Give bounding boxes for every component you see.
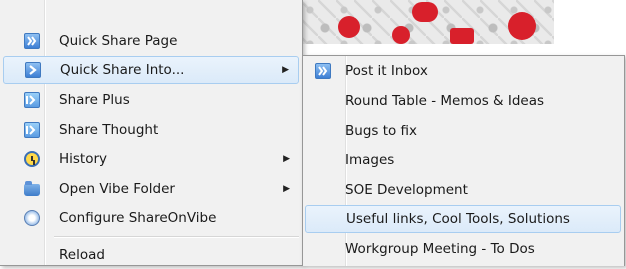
menu-item-label: Open Vibe Folder xyxy=(59,181,175,197)
share-plus-icon xyxy=(24,92,40,108)
submenu-item-bugs-to-fix[interactable]: Bugs to fix xyxy=(305,117,621,145)
menu-item-quick-share-into[interactable]: Quick Share Into... ▶ xyxy=(3,56,299,84)
share-arrow-icon xyxy=(25,62,41,78)
submenu-item-label: Images xyxy=(345,152,395,168)
submenu-item-label: Post it Inbox xyxy=(345,63,428,79)
menu-item-label: Share Thought xyxy=(59,122,159,138)
red-card-decoration xyxy=(450,28,474,44)
submenu-arrow-icon: ▶ xyxy=(283,154,290,164)
submenu-arrow-icon: ▶ xyxy=(282,65,289,75)
clock-icon xyxy=(24,151,40,167)
menu-item-history[interactable]: History ▶ xyxy=(3,145,299,173)
menu-item-quick-share-page[interactable]: Quick Share Page xyxy=(3,27,299,55)
submenu-item-label: Useful links, Cool Tools, Solutions xyxy=(346,211,570,227)
submenu-item-workgroup-meeting[interactable]: Workgroup Meeting - To Dos xyxy=(305,235,621,263)
quick-share-into-submenu: Post it Inbox Round Table - Memos & Idea… xyxy=(302,55,625,266)
submenu-item-useful-links[interactable]: Useful links, Cool Tools, Solutions xyxy=(305,205,621,233)
submenu-item-soe-development[interactable]: SOE Development xyxy=(305,176,621,204)
red-music-decoration xyxy=(508,12,536,40)
menu-item-label: Configure ShareOnVibe xyxy=(59,210,217,226)
folder-icon xyxy=(24,181,40,197)
red-person-decoration xyxy=(392,26,410,44)
menu-item-label: Quick Share Page xyxy=(59,33,178,49)
menu-item-configure-shareonvibe[interactable]: Configure ShareOnVibe xyxy=(3,204,299,232)
red-people-decoration xyxy=(412,2,438,22)
red-circle-decoration xyxy=(338,16,360,38)
submenu-item-label: Bugs to fix xyxy=(345,123,418,139)
menu-item-share-thought[interactable]: Share Thought xyxy=(3,116,299,144)
submenu-item-round-table[interactable]: Round Table - Memos & Ideas xyxy=(305,87,621,115)
context-menu: Quick Share Page Quick Share Into... ▶ S… xyxy=(0,0,303,266)
submenu-item-images[interactable]: Images xyxy=(305,146,621,174)
menu-item-label: Reload xyxy=(59,247,105,263)
menu-item-open-vibe-folder[interactable]: Open Vibe Folder ▶ xyxy=(3,175,299,203)
menu-separator xyxy=(54,236,299,238)
menu-item-label: History xyxy=(59,151,108,167)
submenu-arrow-icon: ▶ xyxy=(283,184,290,194)
submenu-item-post-it-inbox[interactable]: Post it Inbox xyxy=(305,57,621,85)
submenu-item-label: Workgroup Meeting - To Dos xyxy=(345,241,535,257)
share-thought-icon xyxy=(24,122,40,138)
share-arrows-icon xyxy=(24,33,40,49)
menu-item-label: Quick Share Into... xyxy=(60,62,185,78)
share-arrows-icon xyxy=(315,63,331,79)
menu-item-share-plus[interactable]: Share Plus xyxy=(3,86,299,114)
submenu-item-label: Round Table - Memos & Ideas xyxy=(345,93,545,109)
config-icon xyxy=(24,210,40,226)
menu-item-label: Share Plus xyxy=(59,92,130,108)
background-page-image xyxy=(300,0,554,44)
submenu-item-label: SOE Development xyxy=(345,182,468,198)
